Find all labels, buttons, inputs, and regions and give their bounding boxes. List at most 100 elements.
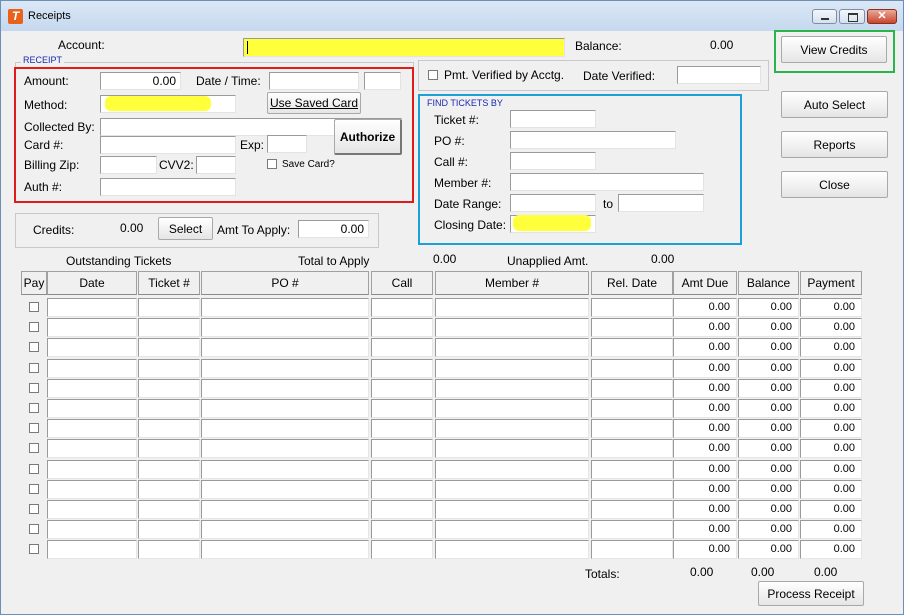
cell-po[interactable] bbox=[201, 318, 369, 337]
process-receipt-button[interactable]: Process Receipt bbox=[758, 581, 864, 606]
cell-date[interactable] bbox=[47, 419, 137, 438]
cell-balance[interactable]: 0.00 bbox=[738, 520, 799, 539]
cell-ticket[interactable] bbox=[138, 540, 200, 559]
cell-member[interactable] bbox=[435, 379, 589, 398]
cell-date[interactable] bbox=[47, 338, 137, 357]
column-header-member[interactable]: Member # bbox=[435, 271, 589, 295]
cell-balance[interactable]: 0.00 bbox=[738, 419, 799, 438]
cell-date[interactable] bbox=[47, 460, 137, 479]
cell-date[interactable] bbox=[47, 480, 137, 499]
cell-payment[interactable]: 0.00 bbox=[800, 318, 862, 337]
cell-rel-date[interactable] bbox=[591, 439, 673, 458]
cell-balance[interactable]: 0.00 bbox=[738, 298, 799, 317]
cell-call[interactable] bbox=[371, 439, 433, 458]
cell-payment[interactable]: 0.00 bbox=[800, 359, 862, 378]
save-card-checkbox[interactable] bbox=[267, 159, 277, 169]
cell-call[interactable] bbox=[371, 540, 433, 559]
cell-amt-due[interactable]: 0.00 bbox=[673, 540, 737, 559]
billing-zip-field[interactable] bbox=[100, 156, 157, 174]
cell-amt-due[interactable]: 0.00 bbox=[673, 500, 737, 519]
pay-checkbox[interactable] bbox=[29, 443, 39, 453]
pay-checkbox[interactable] bbox=[29, 464, 39, 474]
cell-payment[interactable]: 0.00 bbox=[800, 500, 862, 519]
amt-to-apply-field[interactable]: 0.00 bbox=[298, 220, 369, 238]
cell-member[interactable] bbox=[435, 399, 589, 418]
cell-call[interactable] bbox=[371, 419, 433, 438]
column-header-payment[interactable]: Payment bbox=[800, 271, 862, 295]
cell-member[interactable] bbox=[435, 500, 589, 519]
cell-member[interactable] bbox=[435, 419, 589, 438]
cell-member[interactable] bbox=[435, 359, 589, 378]
cell-balance[interactable]: 0.00 bbox=[738, 540, 799, 559]
cell-call[interactable] bbox=[371, 359, 433, 378]
cell-ticket[interactable] bbox=[138, 520, 200, 539]
date-field[interactable] bbox=[269, 72, 359, 90]
pay-checkbox[interactable] bbox=[29, 504, 39, 514]
cell-payment[interactable]: 0.00 bbox=[800, 379, 862, 398]
cell-date[interactable] bbox=[47, 379, 137, 398]
cell-payment[interactable]: 0.00 bbox=[800, 540, 862, 559]
cell-date[interactable] bbox=[47, 439, 137, 458]
exp-field[interactable] bbox=[267, 135, 307, 153]
cell-payment[interactable]: 0.00 bbox=[800, 298, 862, 317]
pay-checkbox[interactable] bbox=[29, 484, 39, 494]
cell-payment[interactable]: 0.00 bbox=[800, 338, 862, 357]
cell-ticket[interactable] bbox=[138, 500, 200, 519]
cell-amt-due[interactable]: 0.00 bbox=[673, 298, 737, 317]
use-saved-card-button[interactable]: Use Saved Card bbox=[267, 92, 361, 114]
cell-balance[interactable]: 0.00 bbox=[738, 359, 799, 378]
select-credits-button[interactable]: Select bbox=[158, 217, 213, 240]
cell-ticket[interactable] bbox=[138, 460, 200, 479]
cell-amt-due[interactable]: 0.00 bbox=[673, 419, 737, 438]
cell-ticket[interactable] bbox=[138, 379, 200, 398]
column-header-call[interactable]: Call bbox=[371, 271, 433, 295]
cell-balance[interactable]: 0.00 bbox=[738, 399, 799, 418]
cell-po[interactable] bbox=[201, 540, 369, 559]
cell-amt-due[interactable]: 0.00 bbox=[673, 399, 737, 418]
cell-rel-date[interactable] bbox=[591, 520, 673, 539]
date-from-field[interactable] bbox=[510, 194, 596, 212]
authorize-button[interactable]: Authorize bbox=[334, 119, 402, 155]
cell-balance[interactable]: 0.00 bbox=[738, 480, 799, 499]
cell-balance[interactable]: 0.00 bbox=[738, 379, 799, 398]
account-field[interactable] bbox=[243, 38, 565, 57]
cell-member[interactable] bbox=[435, 460, 589, 479]
cell-payment[interactable]: 0.00 bbox=[800, 439, 862, 458]
maximize-button[interactable] bbox=[839, 9, 865, 24]
cell-balance[interactable]: 0.00 bbox=[738, 439, 799, 458]
cell-po[interactable] bbox=[201, 359, 369, 378]
cell-ticket[interactable] bbox=[138, 338, 200, 357]
column-header-ticket[interactable]: Ticket # bbox=[138, 271, 200, 295]
cell-call[interactable] bbox=[371, 298, 433, 317]
date-to-field[interactable] bbox=[618, 194, 704, 212]
cell-amt-due[interactable]: 0.00 bbox=[673, 439, 737, 458]
cell-rel-date[interactable] bbox=[591, 460, 673, 479]
pay-checkbox[interactable] bbox=[29, 302, 39, 312]
cell-call[interactable] bbox=[371, 338, 433, 357]
cell-rel-date[interactable] bbox=[591, 480, 673, 499]
cell-ticket[interactable] bbox=[138, 419, 200, 438]
close-window-button[interactable]: ✕ bbox=[867, 9, 897, 24]
cell-payment[interactable]: 0.00 bbox=[800, 419, 862, 438]
cell-rel-date[interactable] bbox=[591, 540, 673, 559]
cell-ticket[interactable] bbox=[138, 480, 200, 499]
cell-date[interactable] bbox=[47, 540, 137, 559]
pay-checkbox[interactable] bbox=[29, 544, 39, 554]
cell-ticket[interactable] bbox=[138, 359, 200, 378]
cell-member[interactable] bbox=[435, 439, 589, 458]
cell-payment[interactable]: 0.00 bbox=[800, 460, 862, 479]
minimize-button[interactable] bbox=[812, 9, 837, 24]
cell-ticket[interactable] bbox=[138, 318, 200, 337]
cell-member[interactable] bbox=[435, 298, 589, 317]
cell-call[interactable] bbox=[371, 318, 433, 337]
cell-amt-due[interactable]: 0.00 bbox=[673, 480, 737, 499]
cell-member[interactable] bbox=[435, 480, 589, 499]
cell-payment[interactable]: 0.00 bbox=[800, 399, 862, 418]
cell-call[interactable] bbox=[371, 520, 433, 539]
cell-rel-date[interactable] bbox=[591, 318, 673, 337]
reports-button[interactable]: Reports bbox=[781, 131, 888, 158]
cell-call[interactable] bbox=[371, 379, 433, 398]
cell-po[interactable] bbox=[201, 439, 369, 458]
column-header-balance[interactable]: Balance bbox=[738, 271, 799, 295]
cell-amt-due[interactable]: 0.00 bbox=[673, 338, 737, 357]
